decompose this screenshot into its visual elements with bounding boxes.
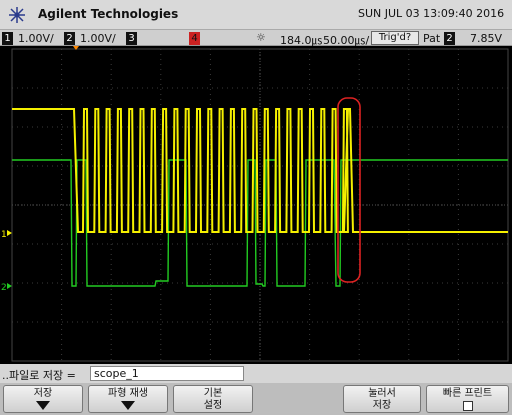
save-to-file-label: ..파일로 저장 =	[2, 369, 76, 382]
default-setup-label-1: 기본	[203, 388, 223, 399]
ch1-scale[interactable]: 1.00V/	[18, 32, 54, 45]
waveform-replay-label: 파형 재생	[108, 388, 148, 399]
brand-name: Agilent Technologies	[38, 7, 179, 21]
ch2-scale[interactable]: 1.00V/	[80, 32, 116, 45]
quick-print-softkey[interactable]: 빠른 프린트	[426, 385, 509, 413]
press-to-save-label-2: 저장	[372, 400, 392, 411]
run-icon: ☼	[256, 31, 266, 44]
save-softkey[interactable]: 저장	[3, 385, 83, 413]
ch3-indicator[interactable]: 3	[126, 32, 137, 45]
softkey-bar: 저장 파형 재생 기본 설정 눌러서 저장 빠른 프린트	[0, 383, 512, 415]
ch2-marker-label: 2	[1, 283, 7, 293]
waveform-replay-softkey[interactable]: 파형 재생	[88, 385, 168, 413]
header-bar: Agilent Technologies SUN JUL 03 13:09:40…	[0, 0, 512, 29]
default-setup-softkey[interactable]: 기본 설정	[173, 385, 253, 413]
press-to-save-softkey[interactable]: 눌러서 저장	[343, 385, 421, 413]
ch1-marker-label: 1	[1, 230, 7, 240]
ch1-ground-marker: 1	[1, 230, 12, 240]
trigger-source[interactable]: 2	[444, 32, 455, 45]
quick-print-label: 빠른 프린트	[442, 388, 493, 399]
ch2-ground-marker: 2	[1, 283, 12, 293]
trigger-status: Trig'd?	[371, 31, 419, 45]
waveform-display[interactable]: 1 2	[0, 46, 512, 364]
waveform-canvas: 1 2	[1, 46, 509, 362]
ch4-indicator[interactable]: 4	[189, 32, 200, 45]
trigger-level[interactable]: 7.85V	[470, 32, 502, 45]
ch2-indicator[interactable]: 2	[64, 32, 75, 45]
trigger-mode[interactable]: Pat	[423, 32, 440, 45]
default-setup-label-2: 설정	[203, 400, 223, 411]
save-softkey-label: 저장	[33, 388, 53, 399]
quick-print-checkbox[interactable]	[462, 401, 473, 411]
status-bar: 1 1.00V/ 2 1.00V/ 3 4 ☼ 184.0㎲ 50.00㎲/ T…	[0, 29, 512, 47]
down-arrow-icon	[36, 401, 50, 410]
down-arrow-icon	[121, 401, 135, 410]
date-time: SUN JUL 03 13:09:40 2016	[358, 7, 505, 20]
ch1-indicator[interactable]: 1	[2, 32, 13, 45]
file-name-bar: ..파일로 저장 = scope_1	[0, 364, 512, 383]
file-name-field[interactable]: scope_1	[90, 366, 244, 381]
press-to-save-label-1: 눌러서	[368, 388, 396, 399]
agilent-spark-logo-icon	[9, 7, 25, 23]
